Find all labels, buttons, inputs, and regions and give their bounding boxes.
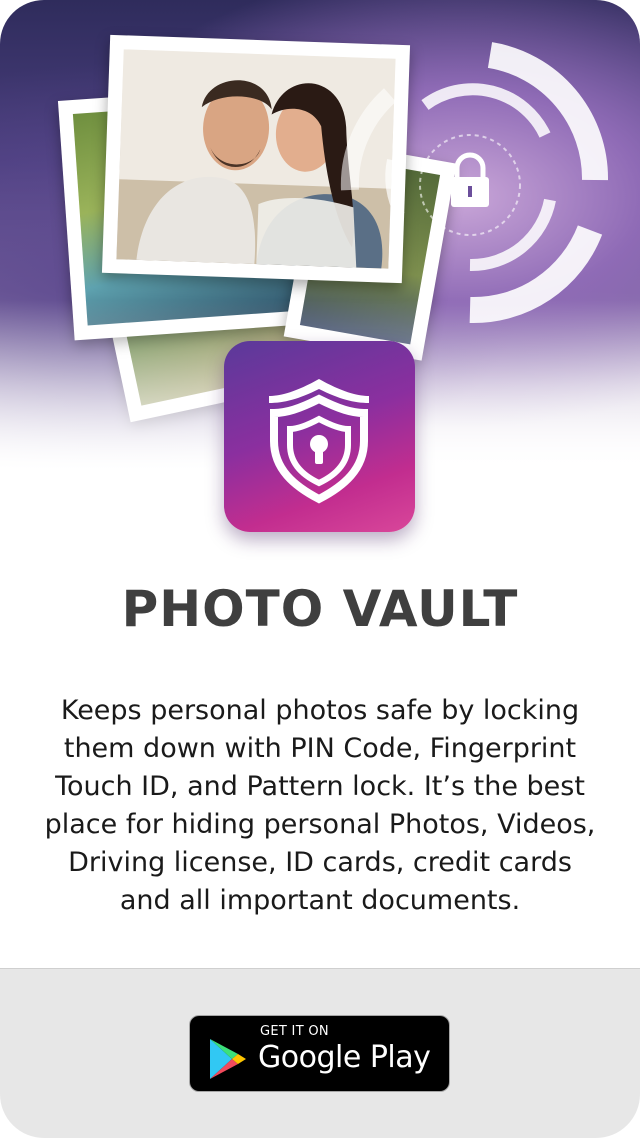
hero-banner bbox=[0, 0, 640, 532]
app-title: PHOTO VAULT bbox=[121, 580, 519, 638]
shield-keyhole-icon bbox=[269, 379, 369, 504]
badge-store-name: Google Play bbox=[258, 1040, 431, 1075]
security-ring-graphic bbox=[340, 42, 609, 324]
promo-card: PHOTO VAULT Keeps personal photos safe b… bbox=[0, 0, 640, 1138]
padlock-icon bbox=[451, 152, 489, 207]
google-play-button[interactable]: GET IT ON Google Play bbox=[189, 1015, 450, 1092]
app-description: Keeps personal photos safe by locking th… bbox=[44, 695, 596, 916]
badge-caption: GET IT ON bbox=[260, 1024, 329, 1039]
app-icon bbox=[224, 341, 415, 532]
google-play-icon bbox=[210, 1039, 246, 1079]
